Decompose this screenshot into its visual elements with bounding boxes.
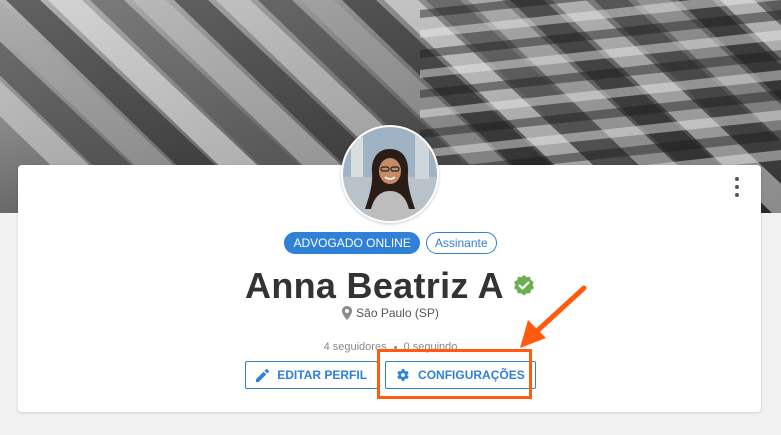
advogado-online-badge: ADVOGADO ONLINE [284,232,420,254]
avatar-photo [343,127,437,221]
profile-actions: EDITAR PERFIL CONFIGURAÇÕES [0,361,781,389]
settings-button[interactable]: CONFIGURAÇÕES [385,361,536,389]
map-pin-icon [342,306,353,320]
gear-icon [397,369,409,381]
settings-label: CONFIGURAÇÕES [418,368,525,382]
kebab-menu-icon[interactable] [729,177,745,197]
pencil-icon [256,368,270,382]
follow-stats: 4 seguidores 0 seguindo [0,341,781,353]
profile-avatar[interactable] [341,125,439,223]
profile-location: São Paulo (SP) [0,306,781,320]
edit-profile-button[interactable]: EDITAR PERFIL [245,361,379,389]
followers-count[interactable]: 4 seguidores [324,341,387,353]
subscriber-badge: Assinante [425,232,497,254]
edit-profile-label: EDITAR PERFIL [277,368,368,382]
badge-row: ADVOGADO ONLINE Assinante [0,232,781,254]
location-text: São Paulo (SP) [356,306,439,320]
verified-check-icon [513,275,534,296]
separator-dot [393,345,397,349]
following-count[interactable]: 0 seguindo [404,341,458,353]
profile-name-row: Anna Beatriz A [0,264,781,308]
profile-name: Anna Beatriz A [245,265,504,306]
